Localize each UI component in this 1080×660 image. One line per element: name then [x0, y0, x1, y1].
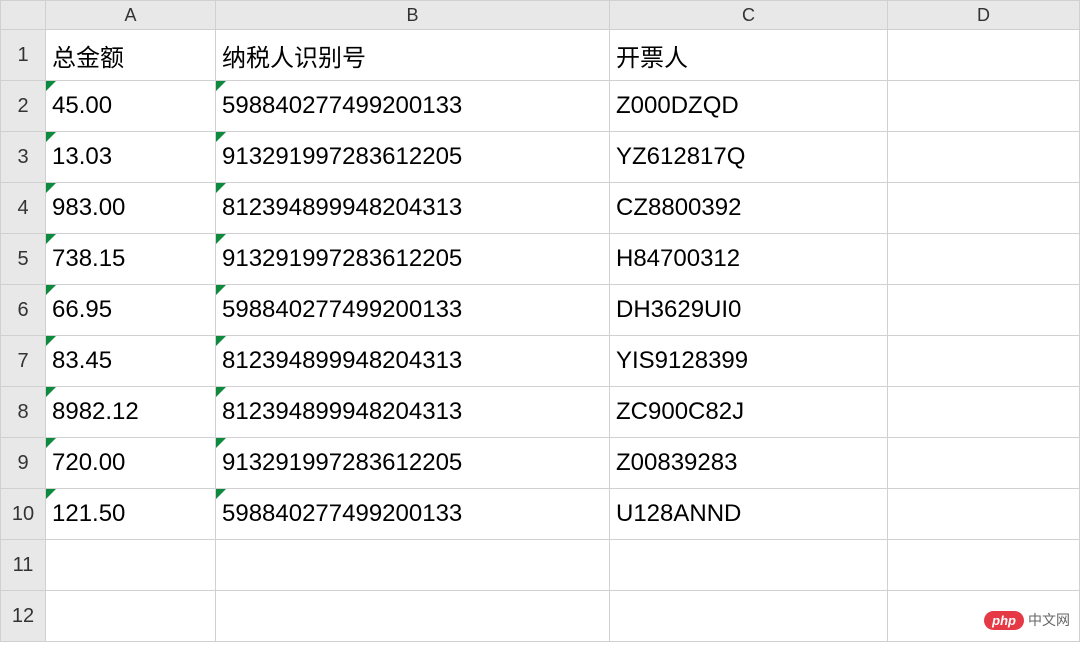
table-row: 2 45.00 598840277499200133 Z000DZQD — [0, 81, 1080, 132]
spreadsheet[interactable]: A B C D 1 总金额 纳税人识别号 开票人 2 45.00 5988402… — [0, 0, 1080, 660]
row-header-2[interactable]: 2 — [0, 81, 46, 132]
cell-D10[interactable] — [888, 489, 1080, 540]
row-header-9[interactable]: 9 — [0, 438, 46, 489]
table-row: 3 13.03 913291997283612205 YZ612817Q — [0, 132, 1080, 183]
cell-B5[interactable]: 913291997283612205 — [216, 234, 610, 285]
column-header-C[interactable]: C — [610, 0, 888, 30]
cell-C8[interactable]: ZC900C82J — [610, 387, 888, 438]
cell-B6[interactable]: 598840277499200133 — [216, 285, 610, 336]
table-row: 8 8982.12 812394899948204313 ZC900C82J — [0, 387, 1080, 438]
select-all-corner[interactable] — [0, 0, 46, 30]
cell-A6[interactable]: 66.95 — [46, 285, 216, 336]
watermark-badge: php — [984, 611, 1024, 630]
cell-B10[interactable]: 598840277499200133 — [216, 489, 610, 540]
row-header-12[interactable]: 12 — [0, 591, 46, 642]
cell-C7[interactable]: YIS9128399 — [610, 336, 888, 387]
cell-C6[interactable]: DH3629UI0 — [610, 285, 888, 336]
row-header-4[interactable]: 4 — [0, 183, 46, 234]
cell-C12[interactable] — [610, 591, 888, 642]
cell-A11[interactable] — [46, 540, 216, 591]
cell-B4[interactable]: 812394899948204313 — [216, 183, 610, 234]
table-row: 10 121.50 598840277499200133 U128ANND — [0, 489, 1080, 540]
cell-A9[interactable]: 720.00 — [46, 438, 216, 489]
cell-B9[interactable]: 913291997283612205 — [216, 438, 610, 489]
row-header-3[interactable]: 3 — [0, 132, 46, 183]
row-header-11[interactable]: 11 — [0, 540, 46, 591]
cell-B7[interactable]: 812394899948204313 — [216, 336, 610, 387]
row-header-10[interactable]: 10 — [0, 489, 46, 540]
cell-C4[interactable]: CZ8800392 — [610, 183, 888, 234]
column-header-D[interactable]: D — [888, 0, 1080, 30]
table-row: 12 — [0, 591, 1080, 642]
cell-B3[interactable]: 913291997283612205 — [216, 132, 610, 183]
cell-A12[interactable] — [46, 591, 216, 642]
table-row: 4 983.00 812394899948204313 CZ8800392 — [0, 183, 1080, 234]
cell-B2[interactable]: 598840277499200133 — [216, 81, 610, 132]
cell-D8[interactable] — [888, 387, 1080, 438]
table-row: 11 — [0, 540, 1080, 591]
row-header-8[interactable]: 8 — [0, 387, 46, 438]
column-header-B[interactable]: B — [216, 0, 610, 30]
table-row: 5 738.15 913291997283612205 H84700312 — [0, 234, 1080, 285]
cell-B1[interactable]: 纳税人识别号 — [216, 30, 610, 81]
cell-B8[interactable]: 812394899948204313 — [216, 387, 610, 438]
cell-A10[interactable]: 121.50 — [46, 489, 216, 540]
cell-A7[interactable]: 83.45 — [46, 336, 216, 387]
cell-A8[interactable]: 8982.12 — [46, 387, 216, 438]
cell-A5[interactable]: 738.15 — [46, 234, 216, 285]
cell-B11[interactable] — [216, 540, 610, 591]
cell-C11[interactable] — [610, 540, 888, 591]
column-header-row: A B C D — [0, 0, 1080, 30]
row-header-1[interactable]: 1 — [0, 30, 46, 81]
cell-A4[interactable]: 983.00 — [46, 183, 216, 234]
cell-C9[interactable]: Z00839283 — [610, 438, 888, 489]
table-row: 7 83.45 812394899948204313 YIS9128399 — [0, 336, 1080, 387]
cell-D4[interactable] — [888, 183, 1080, 234]
row-header-6[interactable]: 6 — [0, 285, 46, 336]
cell-A3[interactable]: 13.03 — [46, 132, 216, 183]
cell-D11[interactable] — [888, 540, 1080, 591]
watermark-text: 中文网 — [1028, 610, 1070, 630]
table-row: 1 总金额 纳税人识别号 开票人 — [0, 30, 1080, 81]
table-row: 9 720.00 913291997283612205 Z00839283 — [0, 438, 1080, 489]
row-header-7[interactable]: 7 — [0, 336, 46, 387]
cell-A1[interactable]: 总金额 — [46, 30, 216, 81]
cell-D7[interactable] — [888, 336, 1080, 387]
cell-C10[interactable]: U128ANND — [610, 489, 888, 540]
column-header-A[interactable]: A — [46, 0, 216, 30]
cell-C3[interactable]: YZ612817Q — [610, 132, 888, 183]
cell-C1[interactable]: 开票人 — [610, 30, 888, 81]
cell-A2[interactable]: 45.00 — [46, 81, 216, 132]
cell-D6[interactable] — [888, 285, 1080, 336]
cell-D1[interactable] — [888, 30, 1080, 81]
cell-C5[interactable]: H84700312 — [610, 234, 888, 285]
watermark: php 中文网 — [984, 610, 1070, 630]
cell-D9[interactable] — [888, 438, 1080, 489]
table-row: 6 66.95 598840277499200133 DH3629UI0 — [0, 285, 1080, 336]
cell-B12[interactable] — [216, 591, 610, 642]
cell-D5[interactable] — [888, 234, 1080, 285]
cell-C2[interactable]: Z000DZQD — [610, 81, 888, 132]
cell-D2[interactable] — [888, 81, 1080, 132]
cell-D3[interactable] — [888, 132, 1080, 183]
row-header-5[interactable]: 5 — [0, 234, 46, 285]
